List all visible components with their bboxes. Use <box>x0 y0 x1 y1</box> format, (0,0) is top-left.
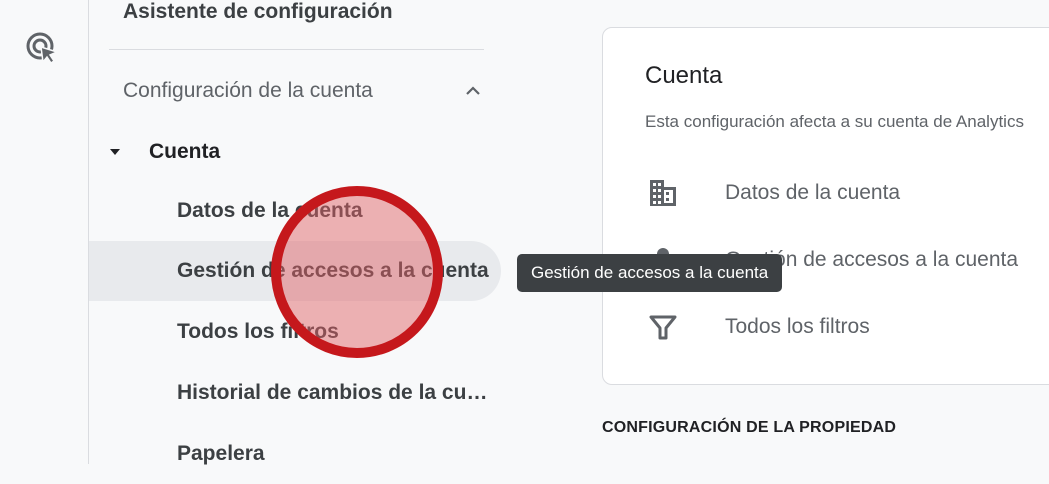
sidebar-item-label: Papelera <box>177 442 265 465</box>
card-row-all-filters[interactable]: Todos los filtros <box>645 307 870 347</box>
card-row-label: Todos los filtros <box>725 315 870 338</box>
card-row-account-details[interactable]: Datos de la cuenta <box>645 173 900 213</box>
sidebar-item-account-change-history[interactable]: Historial de cambios de la cuenta <box>89 363 501 423</box>
card-row-label: Datos de la cuenta <box>725 181 901 204</box>
setup-assistant-link[interactable]: Asistente de configuración <box>123 0 393 24</box>
tooltip: Gestión de accesos a la cuenta <box>517 254 783 292</box>
account-card: Cuenta Esta configuración afecta a su cu… <box>602 27 1049 385</box>
chevron-up-icon[interactable] <box>463 81 483 101</box>
card-title: Cuenta <box>645 62 723 89</box>
account-settings-section[interactable]: Configuración de la cuenta <box>123 77 483 105</box>
click-highlight-marker <box>271 186 443 358</box>
account-group-label: Cuenta <box>149 140 221 163</box>
property-settings-heading: CONFIGURACIÓN DE LA PROPIEDAD <box>602 419 897 436</box>
divider <box>109 49 484 50</box>
card-subtitle: Esta configuración afecta a su cuenta de… <box>645 112 1024 131</box>
building-icon <box>650 180 676 206</box>
sidebar-item-label: Historial de cambios de la cuenta <box>177 381 493 404</box>
caret-down-icon <box>110 149 120 155</box>
sidebar-item-trash[interactable]: Papelera <box>89 424 501 484</box>
left-rail <box>0 0 89 464</box>
account-settings-label: Configuración de la cuenta <box>123 79 373 102</box>
account-group-toggle[interactable]: Cuenta <box>107 137 220 167</box>
filter-icon <box>649 315 677 340</box>
analytics-admin-icon[interactable] <box>24 30 60 66</box>
